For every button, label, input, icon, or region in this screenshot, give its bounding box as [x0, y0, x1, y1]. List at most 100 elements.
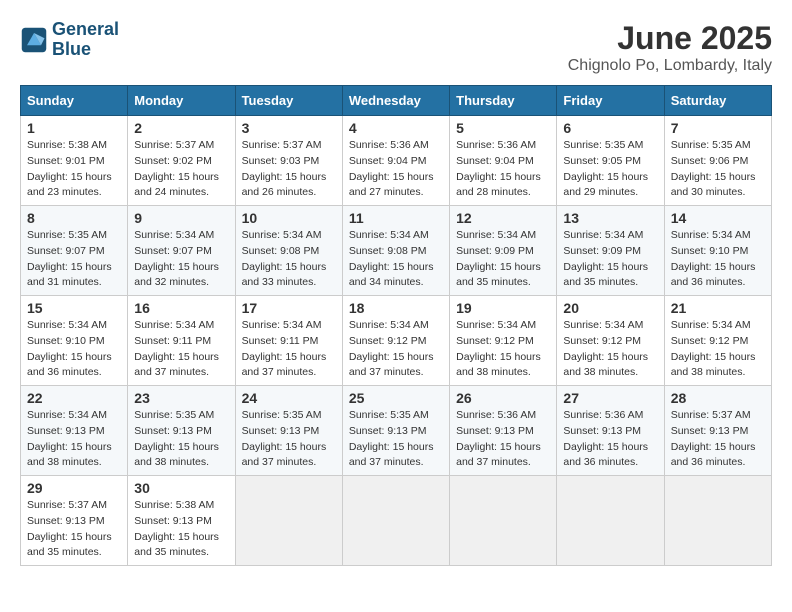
table-row: 11Sunrise: 5:34 AM Sunset: 9:08 PM Dayli… [342, 206, 449, 296]
day-info: Sunrise: 5:34 AM Sunset: 9:07 PM Dayligh… [134, 228, 228, 291]
day-number: 14 [671, 210, 765, 226]
day-number: 29 [27, 480, 121, 496]
day-number: 6 [563, 120, 657, 136]
day-number: 4 [349, 120, 443, 136]
logo-icon [20, 26, 48, 54]
day-number: 8 [27, 210, 121, 226]
col-monday: Monday [128, 86, 235, 116]
day-info: Sunrise: 5:35 AM Sunset: 9:07 PM Dayligh… [27, 228, 121, 291]
day-info: Sunrise: 5:35 AM Sunset: 9:13 PM Dayligh… [134, 408, 228, 471]
table-row: 12 Sunrise: 5:34 AM Sunset: 9:09 PM Dayli… [450, 206, 557, 296]
day-number: 10 [242, 210, 336, 226]
day-info: Sunrise: 5:36 AM Sunset: 9:04 PM Dayligh… [349, 138, 443, 201]
day-info: Sunrise: 5:38 AM Sunset: 9:13 PM Dayligh… [134, 498, 228, 561]
table-row: 29 Sunrise: 5:37 AM Sunset: 9:13 PM Dayli… [21, 476, 128, 566]
day-number: 27 [563, 390, 657, 406]
title-block: June 2025 Chignolo Po, Lombardy, Italy [568, 20, 772, 75]
day-number: 16 [134, 300, 228, 316]
day-number: 21 [671, 300, 765, 316]
table-row: 1Sunrise: 5:38 AM Sunset: 9:01 PM Daylig… [21, 116, 128, 206]
table-row: 21 Sunrise: 5:34 AM Sunset: 9:12 PM Dayli… [664, 296, 771, 386]
calendar-row: 15 Sunrise: 5:34 AM Sunset: 9:10 PM Dayli… [21, 296, 772, 386]
table-row: 25 Sunrise: 5:35 AM Sunset: 9:13 PM Dayli… [342, 386, 449, 476]
col-wednesday: Wednesday [342, 86, 449, 116]
table-row [342, 476, 449, 566]
table-row: 10 Sunrise: 5:34 AM Sunset: 9:08 PM Dayli… [235, 206, 342, 296]
logo: General Blue [20, 20, 119, 60]
location-title: Chignolo Po, Lombardy, Italy [568, 57, 772, 75]
table-row: 19Sunrise: 5:34 AM Sunset: 9:12 PM Dayli… [450, 296, 557, 386]
day-info: Sunrise: 5:37 AM Sunset: 9:02 PM Dayligh… [134, 138, 228, 201]
table-row: 3 Sunrise: 5:37 AM Sunset: 9:03 PM Daylig… [235, 116, 342, 206]
calendar-row: 22 Sunrise: 5:34 AM Sunset: 9:13 PM Dayli… [21, 386, 772, 476]
day-number: 3 [242, 120, 336, 136]
day-number: 23 [134, 390, 228, 406]
day-info: Sunrise: 5:36 AM Sunset: 9:13 PM Dayligh… [563, 408, 657, 471]
day-number: 15 [27, 300, 121, 316]
col-sunday: Sunday [21, 86, 128, 116]
day-number: 24 [242, 390, 336, 406]
table-row: 24 Sunrise: 5:35 AM Sunset: 9:13 PM Dayli… [235, 386, 342, 476]
table-row: 16Sunrise: 5:34 AM Sunset: 9:11 PM Dayli… [128, 296, 235, 386]
table-row: 13Sunrise: 5:34 AM Sunset: 9:09 PM Dayli… [557, 206, 664, 296]
calendar-row: 8 Sunrise: 5:35 AM Sunset: 9:07 PM Daylig… [21, 206, 772, 296]
day-number: 17 [242, 300, 336, 316]
day-info: Sunrise: 5:35 AM Sunset: 9:05 PM Dayligh… [563, 138, 657, 201]
table-row: 2 Sunrise: 5:37 AM Sunset: 9:02 PM Daylig… [128, 116, 235, 206]
day-info: Sunrise: 5:34 AM Sunset: 9:12 PM Dayligh… [563, 318, 657, 381]
logo-text: General Blue [52, 20, 119, 60]
day-info: Sunrise: 5:37 AM Sunset: 9:13 PM Dayligh… [27, 498, 121, 561]
day-info: Sunrise: 5:36 AM Sunset: 9:13 PM Dayligh… [456, 408, 550, 471]
table-row [235, 476, 342, 566]
table-row: 28 Sunrise: 5:37 AM Sunset: 9:13 PM Dayli… [664, 386, 771, 476]
month-title: June 2025 [568, 20, 772, 57]
page-header: General Blue June 2025 Chignolo Po, Lomb… [20, 20, 772, 75]
day-info: Sunrise: 5:34 AM Sunset: 9:08 PM Dayligh… [242, 228, 336, 291]
day-number: 30 [134, 480, 228, 496]
day-number: 28 [671, 390, 765, 406]
day-info: Sunrise: 5:37 AM Sunset: 9:13 PM Dayligh… [671, 408, 765, 471]
day-number: 22 [27, 390, 121, 406]
day-info: Sunrise: 5:34 AM Sunset: 9:12 PM Dayligh… [671, 318, 765, 381]
table-row [557, 476, 664, 566]
day-number: 12 [456, 210, 550, 226]
day-info: Sunrise: 5:38 AM Sunset: 9:01 PM Dayligh… [27, 138, 121, 201]
table-row: 23 Sunrise: 5:35 AM Sunset: 9:13 PM Dayli… [128, 386, 235, 476]
table-row [450, 476, 557, 566]
day-info: Sunrise: 5:34 AM Sunset: 9:09 PM Dayligh… [456, 228, 550, 291]
logo-line2: Blue [52, 39, 91, 59]
day-info: Sunrise: 5:34 AM Sunset: 9:09 PM Dayligh… [563, 228, 657, 291]
day-number: 9 [134, 210, 228, 226]
table-row: 22 Sunrise: 5:34 AM Sunset: 9:13 PM Dayli… [21, 386, 128, 476]
header-row: Sunday Monday Tuesday Wednesday Thursday… [21, 86, 772, 116]
table-row: 18 Sunrise: 5:34 AM Sunset: 9:12 PM Dayli… [342, 296, 449, 386]
day-number: 7 [671, 120, 765, 136]
table-row: 4 Sunrise: 5:36 AM Sunset: 9:04 PM Daylig… [342, 116, 449, 206]
day-info: Sunrise: 5:34 AM Sunset: 9:12 PM Dayligh… [456, 318, 550, 381]
table-row: 30 Sunrise: 5:38 AM Sunset: 9:13 PM Dayli… [128, 476, 235, 566]
day-info: Sunrise: 5:34 AM Sunset: 9:12 PM Dayligh… [349, 318, 443, 381]
col-tuesday: Tuesday [235, 86, 342, 116]
table-row: 9 Sunrise: 5:34 AM Sunset: 9:07 PM Daylig… [128, 206, 235, 296]
day-number: 18 [349, 300, 443, 316]
logo-line1: General [52, 19, 119, 39]
day-info: Sunrise: 5:35 AM Sunset: 9:13 PM Dayligh… [349, 408, 443, 471]
day-info: Sunrise: 5:35 AM Sunset: 9:13 PM Dayligh… [242, 408, 336, 471]
calendar-row: 29 Sunrise: 5:37 AM Sunset: 9:13 PM Dayli… [21, 476, 772, 566]
table-row [664, 476, 771, 566]
day-info: Sunrise: 5:34 AM Sunset: 9:13 PM Dayligh… [27, 408, 121, 471]
calendar-row: 1Sunrise: 5:38 AM Sunset: 9:01 PM Daylig… [21, 116, 772, 206]
table-row: 15 Sunrise: 5:34 AM Sunset: 9:10 PM Dayli… [21, 296, 128, 386]
day-number: 20 [563, 300, 657, 316]
table-row: 7 Sunrise: 5:35 AM Sunset: 9:06 PM Daylig… [664, 116, 771, 206]
day-number: 25 [349, 390, 443, 406]
day-info: Sunrise: 5:36 AM Sunset: 9:04 PM Dayligh… [456, 138, 550, 201]
day-info: Sunrise: 5:37 AM Sunset: 9:03 PM Dayligh… [242, 138, 336, 201]
table-row: 8 Sunrise: 5:35 AM Sunset: 9:07 PM Daylig… [21, 206, 128, 296]
col-saturday: Saturday [664, 86, 771, 116]
day-info: Sunrise: 5:34 AM Sunset: 9:08 PM Dayligh… [349, 228, 443, 291]
table-row: 26Sunrise: 5:36 AM Sunset: 9:13 PM Dayli… [450, 386, 557, 476]
day-info: Sunrise: 5:34 AM Sunset: 9:10 PM Dayligh… [27, 318, 121, 381]
day-number: 2 [134, 120, 228, 136]
day-info: Sunrise: 5:35 AM Sunset: 9:06 PM Dayligh… [671, 138, 765, 201]
